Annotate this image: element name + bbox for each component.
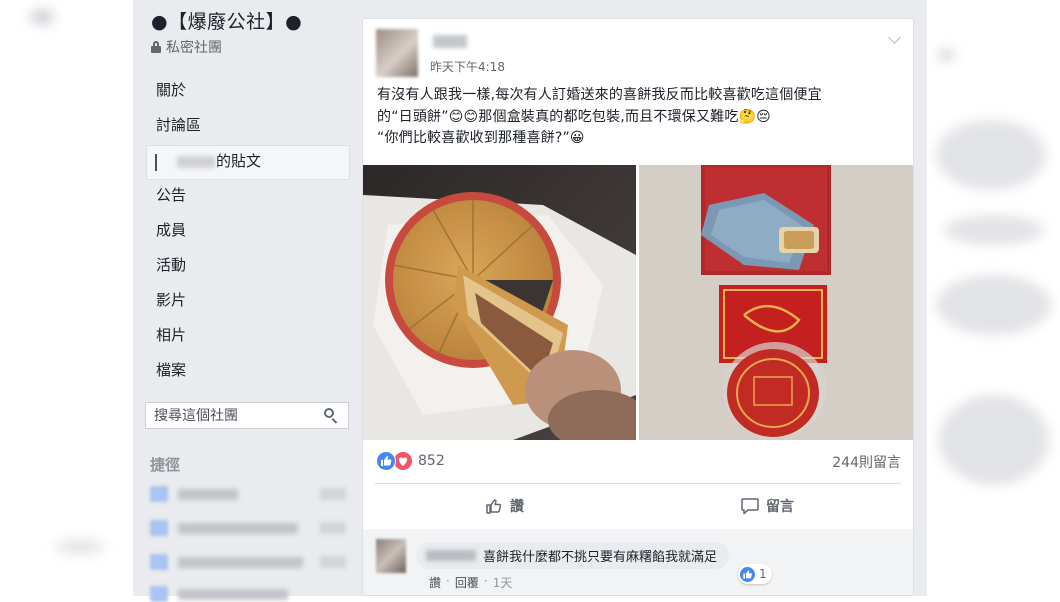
comment-like-link[interactable]: 讚: [429, 574, 441, 591]
shortcut-item[interactable]: [150, 554, 346, 570]
thumbs-up-icon: [486, 499, 502, 514]
blurred-shortcut-count: [320, 522, 346, 534]
blurred-commenter-name[interactable]: [426, 550, 476, 561]
nav-label: 的貼文: [216, 152, 262, 170]
heart-glyph: [398, 457, 408, 466]
comment-button[interactable]: 留言: [740, 488, 794, 524]
group-search[interactable]: [145, 402, 349, 429]
blur-blob: [938, 50, 954, 60]
comment-time[interactable]: 1天: [493, 574, 513, 591]
comment-section: 喜餅我什麼都不挑只要有麻糬餡我就滿足 1 讚 · 回覆 · 1天: [363, 529, 913, 595]
group-title[interactable]: ●【爆廢公社】●: [151, 7, 302, 34]
comment-count[interactable]: 244則留言: [832, 452, 901, 472]
blur-blob: [936, 120, 1046, 190]
nav-item-my-posts[interactable]: 的貼文: [146, 145, 350, 180]
separator: ·: [446, 574, 450, 588]
like-reaction-icon: [376, 451, 396, 471]
left-background: [0, 0, 133, 596]
blur-blob: [936, 275, 1051, 335]
reaction-count: 852: [418, 453, 445, 469]
nav-item-files[interactable]: 檔案: [146, 355, 350, 390]
chevron-down-icon[interactable]: [888, 31, 901, 44]
gift-box-illustration: [639, 165, 913, 440]
post-text-line: “你們比較喜歡收到那種喜餅?”😀: [377, 130, 585, 146]
post-text-line: 的“日頭餅”😊😊那個盒裝真的都吃包裝,而且不環保又難吃🤔😔: [377, 108, 771, 125]
shortcuts-title: 捷徑: [150, 456, 181, 474]
nav-item-events[interactable]: 活動: [146, 250, 350, 285]
facebook-group-page: ●【爆廢公社】● 私密社團 關於 討論區 的貼文 公告 成員 活動 影片 相片 …: [133, 0, 927, 602]
nav-item-discussion[interactable]: 討論區: [146, 110, 350, 145]
nav-label: 討論區: [156, 116, 202, 134]
nav-label: 公告: [156, 186, 187, 204]
separator: ·: [483, 574, 488, 588]
avatar[interactable]: [376, 29, 418, 77]
comment-text: 喜餅我什麼都不挑只要有麻糬餡我就滿足: [483, 550, 718, 565]
nav-label: 活動: [156, 256, 187, 274]
group-sidebar: ●【爆廢公社】● 私密社團 關於 討論區 的貼文 公告 成員 活動 影片 相片 …: [133, 0, 359, 602]
nav-label: 關於: [156, 81, 187, 99]
shortcut-item[interactable]: [150, 586, 346, 602]
blurred-shortcut-name: [178, 489, 238, 500]
right-background: [924, 0, 1060, 596]
shortcut-icon: [150, 554, 168, 570]
shortcut-item[interactable]: [150, 486, 346, 502]
blurred-username: [177, 155, 215, 168]
like-button-label: 讚: [510, 499, 524, 515]
nav-label: 成員: [156, 221, 187, 239]
blurred-shortcut-name: [178, 523, 298, 534]
nav-item-members[interactable]: 成員: [146, 215, 350, 250]
group-privacy: 私密社團: [151, 37, 222, 57]
comment-icon: [741, 498, 759, 515]
shortcut-icon: [150, 520, 168, 536]
shortcut-icon: [150, 486, 168, 502]
shortcut-item[interactable]: [150, 520, 346, 536]
group-search-input[interactable]: [146, 406, 322, 425]
sun-cake-illustration: [363, 165, 636, 440]
blurred-shortcut-count: [320, 556, 346, 568]
blurred-shortcut-name: [178, 589, 288, 600]
blurred-author-name[interactable]: [433, 35, 467, 48]
blur-blob: [939, 395, 1049, 485]
like-glyph: [743, 569, 752, 579]
avatar[interactable]: [376, 539, 406, 573]
comment-reaction-badge[interactable]: 1: [738, 564, 772, 584]
comment-reply-link[interactable]: 回覆: [455, 574, 479, 591]
group-nav: 關於 討論區 的貼文 公告 成員 活動 影片 相片 檔案: [146, 75, 350, 390]
divider: [375, 483, 901, 484]
comment-button-label: 留言: [766, 499, 794, 515]
post-photo-gift-box[interactable]: [639, 165, 913, 440]
shortcut-icon: [150, 586, 168, 602]
nav-item-announcements[interactable]: 公告: [146, 180, 350, 215]
reaction-summary[interactable]: 852: [376, 450, 445, 472]
nav-item-about[interactable]: 關於: [146, 75, 350, 110]
comment-bubble: 喜餅我什麼都不挑只要有麻糬餡我就滿足: [416, 542, 730, 569]
nav-label: 檔案: [156, 361, 187, 379]
blurred-shortcut-name: [178, 557, 303, 568]
comment-actions: 讚 · 回覆 · 1天: [429, 574, 512, 591]
comment-reaction-count: 1: [759, 567, 767, 581]
search-icon[interactable]: [322, 406, 342, 426]
post-timestamp[interactable]: 昨天下午4:18: [430, 58, 505, 75]
post-text: 有沒有人跟我一樣,每次有人訂婚送來的喜餅我反而比較喜歡吃這個便宜 的“日頭餅”😊…: [377, 85, 907, 150]
lock-icon: [151, 41, 161, 53]
post-card: 昨天下午4:18 有沒有人跟我一樣,每次有人訂婚送來的喜餅我反而比較喜歡吃這個便…: [362, 18, 914, 596]
blur-blob: [944, 215, 1044, 245]
nav-label: 相片: [156, 326, 187, 344]
privacy-label: 私密社團: [166, 40, 222, 56]
nav-item-photos[interactable]: 相片: [146, 320, 350, 355]
like-button[interactable]: 讚: [484, 488, 524, 524]
like-glyph: [381, 456, 392, 466]
like-reaction-icon: [740, 566, 755, 582]
blurred-shortcut-count: [320, 488, 346, 500]
post-photo-sun-cake[interactable]: [363, 165, 636, 440]
blur-blob: [55, 540, 105, 554]
love-reaction-icon: [393, 451, 413, 471]
nav-item-videos[interactable]: 影片: [146, 285, 350, 320]
post-text-line: 有沒有人跟我一樣,每次有人訂婚送來的喜餅我反而比較喜歡吃這個便宜: [377, 87, 822, 103]
blur-blob: [30, 10, 54, 24]
nav-label: 影片: [156, 291, 187, 309]
